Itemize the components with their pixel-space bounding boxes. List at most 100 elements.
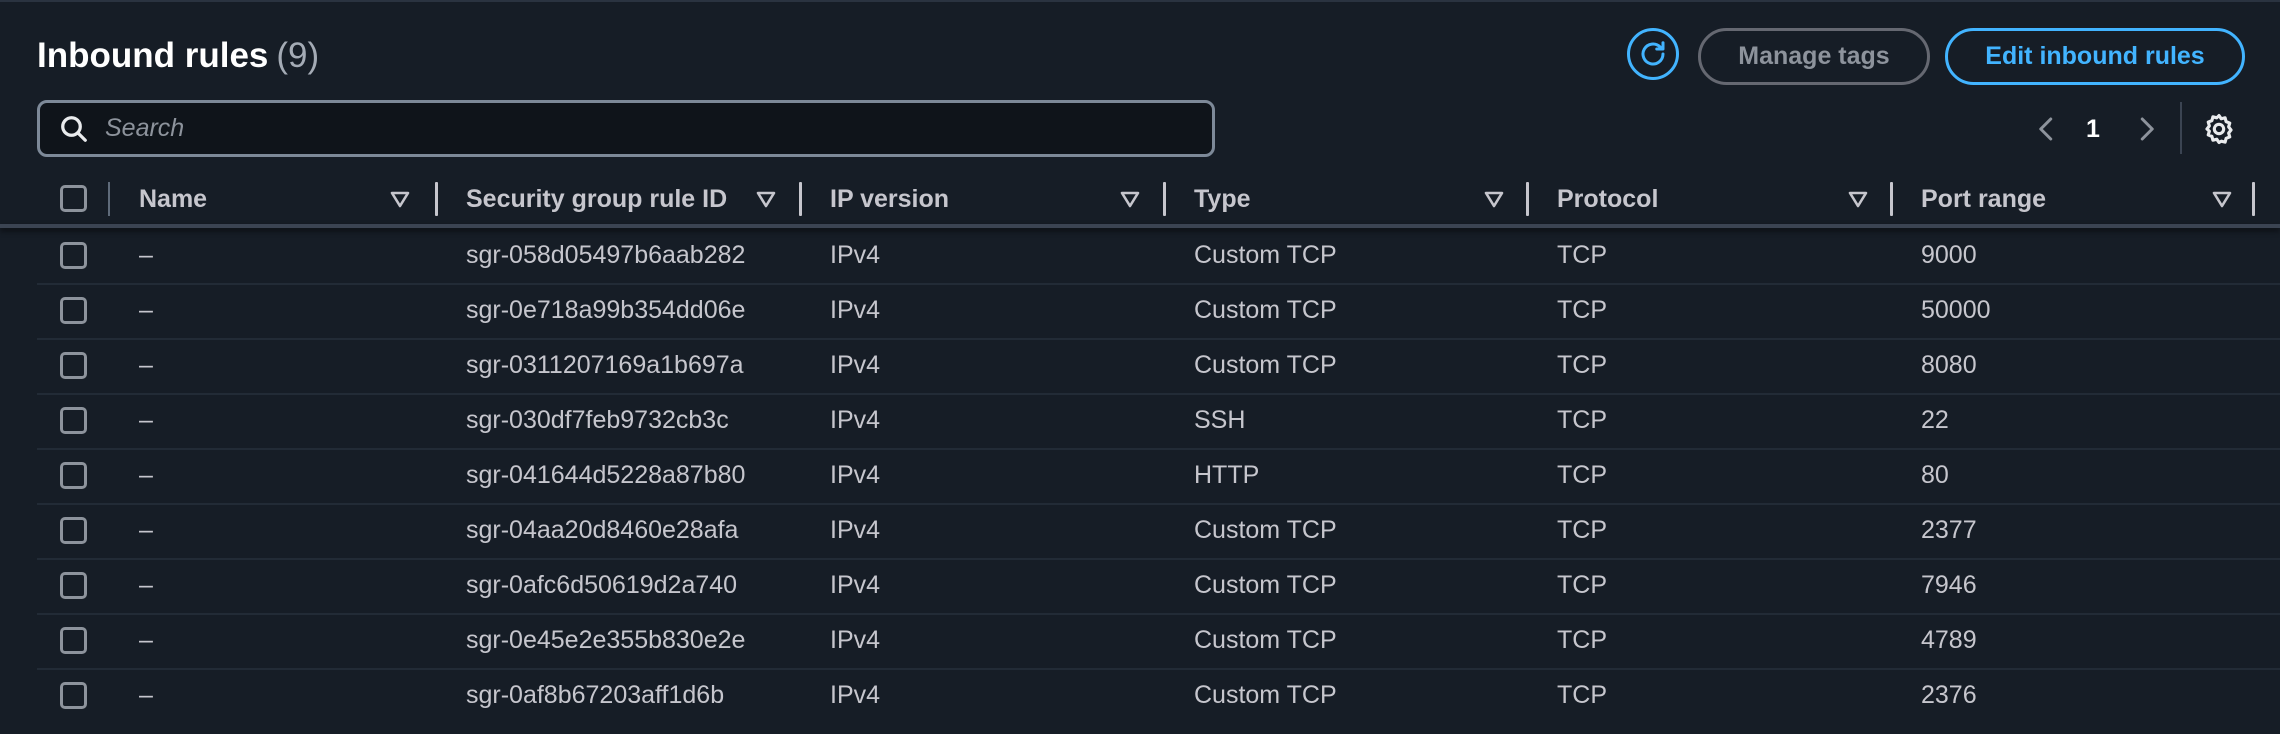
row-checkbox[interactable] <box>60 462 87 489</box>
row-checkbox[interactable] <box>60 242 87 269</box>
cell-name: – <box>139 461 153 489</box>
inbound-rules-panel: Inbound rules (9) Manage tags Edit inboun… <box>0 0 2280 734</box>
table-row[interactable]: – sgr-0afc6d50619d2a740 IPv4 Custom TCP … <box>37 558 2280 615</box>
edit-inbound-rules-button[interactable]: Edit inbound rules <box>1945 28 2245 85</box>
cell-protocol: TCP <box>1557 296 1607 324</box>
refresh-button[interactable] <box>1627 28 1679 80</box>
cell-port-range: 80 <box>1921 461 1949 489</box>
cell-port-range: 2377 <box>1921 516 1977 544</box>
cell-ip-version: IPv4 <box>830 351 881 379</box>
cell-rule-id: sgr-058d05497b6aab282 <box>466 241 746 269</box>
column-resize-handle[interactable] <box>1526 182 1529 216</box>
cell-name: – <box>139 516 153 544</box>
sort-down-triangle-icon[interactable] <box>1118 187 1142 211</box>
table-row[interactable]: – sgr-041644d5228a87b80 IPv4 HTTP TCP 80 <box>37 448 2280 505</box>
cell-rule-id: sgr-0e45e2e355b830e2e <box>466 626 746 654</box>
column-resize-handle[interactable] <box>1163 182 1166 216</box>
gear-icon[interactable] <box>2202 112 2236 146</box>
current-page-number[interactable]: 1 <box>2086 115 2100 144</box>
cell-protocol: TCP <box>1557 571 1607 599</box>
cell-type: Custom TCP <box>1194 296 1337 324</box>
sort-down-triangle-icon[interactable] <box>388 187 412 211</box>
cell-type: HTTP <box>1194 461 1260 489</box>
row-checkbox[interactable] <box>60 682 87 709</box>
select-all-checkbox[interactable] <box>60 185 87 212</box>
cell-name: – <box>139 351 153 379</box>
cell-rule-id: sgr-041644d5228a87b80 <box>466 461 746 489</box>
table-row[interactable]: – sgr-0af8b67203aff1d6b IPv4 Custom TCP … <box>37 668 2280 723</box>
column-resize-handle[interactable] <box>2252 182 2255 216</box>
cell-type: Custom TCP <box>1194 351 1337 379</box>
table-row[interactable]: – sgr-0e45e2e355b830e2e IPv4 Custom TCP … <box>37 613 2280 670</box>
column-resize-handle[interactable] <box>799 182 802 216</box>
cell-rule-id: sgr-0e718a99b354dd06e <box>466 296 746 324</box>
cell-rule-id: sgr-0af8b67203aff1d6b <box>466 681 725 709</box>
cell-protocol: TCP <box>1557 681 1607 709</box>
table-row[interactable]: – sgr-0311207169a1b697a IPv4 Custom TCP … <box>37 338 2280 395</box>
column-resize-handle[interactable] <box>1890 182 1893 216</box>
manage-tags-button[interactable]: Manage tags <box>1698 28 1930 85</box>
row-checkbox[interactable] <box>60 297 87 324</box>
cell-port-range: 9000 <box>1921 241 1977 269</box>
sort-down-triangle-icon[interactable] <box>2210 187 2234 211</box>
cell-name: – <box>139 681 153 709</box>
cell-port-range: 7946 <box>1921 571 1977 599</box>
page-title: Inbound rules (9) <box>37 36 319 76</box>
cell-ip-version: IPv4 <box>830 516 881 544</box>
search-input[interactable] <box>103 113 1212 144</box>
cell-rule-id: sgr-0afc6d50619d2a740 <box>466 571 738 599</box>
row-checkbox[interactable] <box>60 517 87 544</box>
cell-name: – <box>139 571 153 599</box>
cell-name: – <box>139 296 153 324</box>
row-checkbox[interactable] <box>60 627 87 654</box>
cell-name: – <box>139 241 153 269</box>
column-header-rule-id[interactable]: Security group rule ID <box>466 174 727 224</box>
column-header-port-range[interactable]: Port range <box>1921 174 2046 224</box>
cell-port-range: 2376 <box>1921 681 1977 709</box>
refresh-icon <box>1641 41 1665 66</box>
cell-type: Custom TCP <box>1194 516 1337 544</box>
cell-type: Custom TCP <box>1194 571 1337 599</box>
sort-down-triangle-icon[interactable] <box>1482 187 1506 211</box>
cell-protocol: TCP <box>1557 241 1607 269</box>
cell-name: – <box>139 626 153 654</box>
table-row[interactable]: – sgr-058d05497b6aab282 IPv4 Custom TCP … <box>37 228 2280 285</box>
cell-ip-version: IPv4 <box>830 406 881 434</box>
cell-name: – <box>139 406 153 434</box>
row-checkbox[interactable] <box>60 407 87 434</box>
cell-ip-version: IPv4 <box>830 626 881 654</box>
cell-protocol: TCP <box>1557 406 1607 434</box>
row-checkbox[interactable] <box>60 352 87 379</box>
cell-rule-id: sgr-030df7feb9732cb3c <box>466 406 729 434</box>
table-header: Name Security group rule ID IP version T… <box>37 174 2280 224</box>
rule-count: (9) <box>276 36 320 75</box>
cell-rule-id: sgr-04aa20d8460e28afa <box>466 516 739 544</box>
pagination-divider <box>2180 102 2182 154</box>
column-resize-handle[interactable] <box>435 182 438 216</box>
cell-rule-id: sgr-0311207169a1b697a <box>466 351 744 379</box>
search-icon <box>61 115 87 142</box>
cell-port-range: 4789 <box>1921 626 1977 654</box>
cell-protocol: TCP <box>1557 516 1607 544</box>
cell-protocol: TCP <box>1557 351 1607 379</box>
cell-ip-version: IPv4 <box>830 571 881 599</box>
column-header-ip-version[interactable]: IP version <box>830 174 949 224</box>
column-header-protocol[interactable]: Protocol <box>1557 174 1658 224</box>
table-row[interactable]: – sgr-0e718a99b354dd06e IPv4 Custom TCP … <box>37 283 2280 340</box>
sort-down-triangle-icon[interactable] <box>1846 187 1870 211</box>
table-row[interactable]: – sgr-030df7feb9732cb3c IPv4 SSH TCP 22 <box>37 393 2280 450</box>
cell-protocol: TCP <box>1557 461 1607 489</box>
sort-down-triangle-icon[interactable] <box>754 187 778 211</box>
cell-ip-version: IPv4 <box>830 296 881 324</box>
cell-ip-version: IPv4 <box>830 681 881 709</box>
chevron-left-icon[interactable] <box>2032 114 2062 144</box>
column-divider <box>108 182 110 216</box>
table-row[interactable]: – sgr-04aa20d8460e28afa IPv4 Custom TCP … <box>37 503 2280 560</box>
search-box <box>37 100 1215 157</box>
column-header-type[interactable]: Type <box>1194 174 1251 224</box>
column-header-name[interactable]: Name <box>139 174 207 224</box>
cell-type: Custom TCP <box>1194 626 1337 654</box>
row-checkbox[interactable] <box>60 572 87 599</box>
chevron-right-icon[interactable] <box>2131 114 2161 144</box>
cell-port-range: 50000 <box>1921 296 1991 324</box>
